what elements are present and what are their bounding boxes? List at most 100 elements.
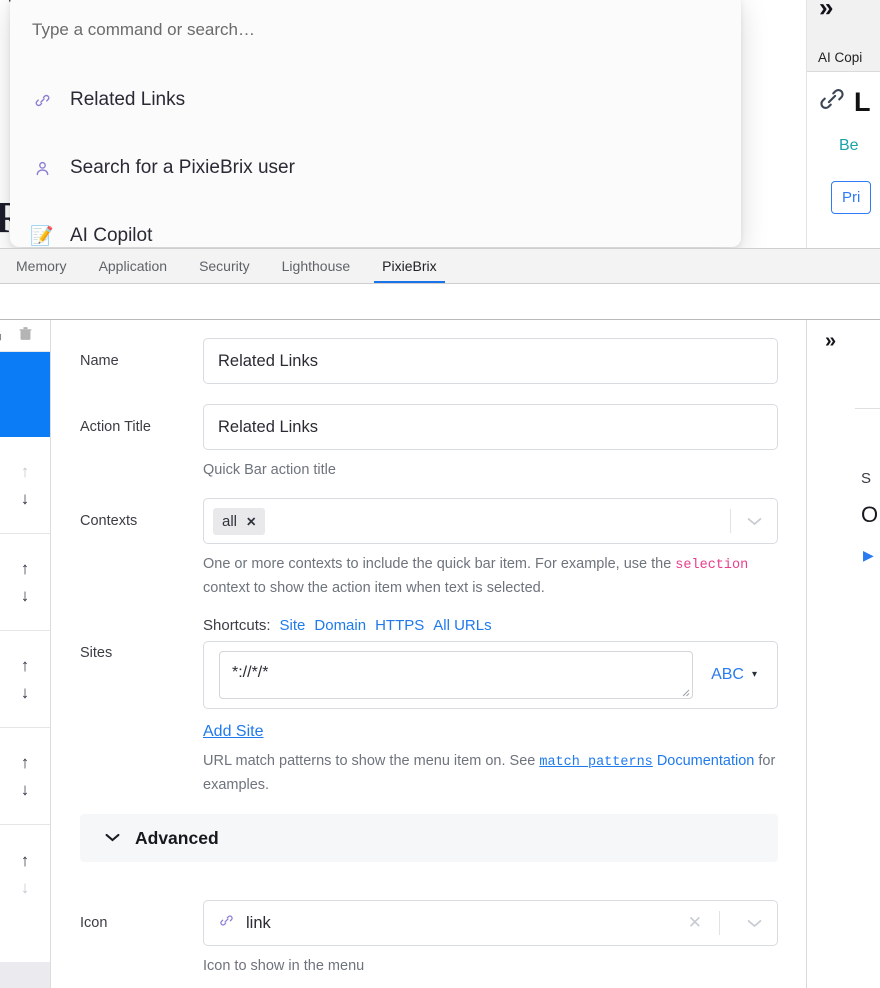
background-right-subtitle: Be <box>839 137 859 154</box>
divider <box>855 408 880 409</box>
documentation-link[interactable]: Documentation <box>657 753 755 769</box>
contexts-chip-all[interactable]: all ✕ <box>213 507 265 535</box>
field-icon-label: Icon <box>80 915 108 932</box>
background-right-tab-label[interactable]: AI Copi <box>818 50 862 65</box>
field-icon: Icon link ✕ Icon to show in the menu <box>51 900 806 977</box>
chip-label: all <box>222 512 238 530</box>
quick-bar-search-wrap <box>10 0 741 40</box>
brick-rail-row[interactable]: ↑ ↓ <box>0 437 50 534</box>
double-chevron-right-icon[interactable]: » <box>825 330 836 353</box>
match-patterns-link[interactable]: match_patterns <box>539 755 652 770</box>
contexts-multiselect[interactable]: all ✕ <box>203 498 778 545</box>
brick-rail-row[interactable]: ↑ ↓ <box>0 728 50 825</box>
background-right-panel: » AI Copi L Be Pri <box>806 0 880 248</box>
move-down-icon[interactable]: ↓ <box>21 490 30 507</box>
quick-bar-item-label: Related Links <box>70 89 186 110</box>
partial-icon: ■ <box>0 329 2 344</box>
action-title-input[interactable] <box>218 417 763 437</box>
field-sites-label: Sites <box>80 644 113 661</box>
link-chain-icon <box>218 912 235 934</box>
sites-help: URL match patterns to show the menu item… <box>203 750 778 796</box>
name-input[interactable] <box>218 351 763 371</box>
expand-triangle-icon[interactable]: ▶ <box>863 547 874 564</box>
brick-config-form: Name Action Title Quick Bar action <box>51 320 806 988</box>
link-chain-icon <box>32 91 52 110</box>
shortcut-https[interactable]: HTTPS <box>375 617 424 634</box>
chevron-down-icon[interactable] <box>731 516 777 527</box>
field-sites: Sites Shortcuts: Site Domain HTTPS All URLs … <box>51 617 806 796</box>
close-icon[interactable]: ✕ <box>246 514 256 529</box>
shortcut-domain[interactable]: Domain <box>314 617 366 634</box>
move-up-icon[interactable]: ↑ <box>21 657 30 674</box>
tab-lighthouse[interactable]: Lighthouse <box>266 249 367 283</box>
move-up-icon[interactable]: ↑ <box>21 754 30 771</box>
tab-pixiebrix[interactable]: PixieBrix <box>366 249 452 283</box>
advanced-section-header[interactable]: Advanced <box>80 814 778 863</box>
background-right-title-text: L <box>854 87 871 117</box>
field-action-title-label: Action Title <box>80 419 151 435</box>
move-down-icon[interactable]: ↓ <box>21 684 30 701</box>
icon-select[interactable]: link ✕ <box>203 900 778 947</box>
data-panel-small-text: S <box>861 470 872 487</box>
link-chain-icon <box>817 84 847 121</box>
caret-down-icon: ▾ <box>751 669 757 681</box>
clear-icon[interactable]: ✕ <box>682 913 708 933</box>
icon-select-value: link <box>246 913 271 932</box>
quick-bar-item-label: Search for a PixieBrix user <box>70 157 295 178</box>
devtools-tab-strip: Memory Application Security Lighthouse P… <box>0 248 880 284</box>
contexts-help: One or more contexts to include the quic… <box>203 553 778 599</box>
background-right-button[interactable]: Pri <box>831 181 872 214</box>
move-down-icon[interactable]: ↓ <box>21 879 30 896</box>
resize-grip-icon[interactable] <box>680 687 690 697</box>
tab-security[interactable]: Security <box>183 249 266 283</box>
shortcut-site[interactable]: Site <box>280 617 306 634</box>
brick-rail-footer-bar <box>0 962 50 988</box>
quick-bar-overlay: Related Links Search for a PixieBrix use… <box>10 0 741 247</box>
quick-bar-item-search-user[interactable]: Search for a PixieBrix user <box>10 134 741 202</box>
brick-rail-header: ■ <box>0 320 50 352</box>
site-mode-button[interactable]: ABC ▾ <box>703 666 765 684</box>
move-up-icon[interactable]: ↑ <box>21 852 30 869</box>
sites-help-prefix: URL match patterns to show the menu item… <box>203 752 540 769</box>
action-title-input-wrap[interactable] <box>203 404 778 450</box>
add-site-button[interactable]: Add Site <box>203 723 263 741</box>
move-down-icon[interactable]: ↓ <box>21 587 30 604</box>
shortcut-all-urls[interactable]: All URLs <box>433 617 491 634</box>
contexts-help-code: selection <box>675 558 749 574</box>
quick-bar-item-related-links[interactable]: Related Links <box>10 66 741 134</box>
user-icon <box>32 159 52 178</box>
devtools-spacer <box>0 284 880 319</box>
brick-rail-row[interactable]: ↑ ↓ <box>0 631 50 728</box>
tab-application[interactable]: Application <box>83 249 184 283</box>
action-title-help: Quick Bar action title <box>203 462 336 478</box>
background-right-tabbar: » AI Copi <box>807 0 880 72</box>
tab-memory[interactable]: Memory <box>0 249 83 283</box>
trash-icon[interactable] <box>17 324 34 348</box>
double-chevron-right-icon[interactable]: » <box>819 0 834 23</box>
brick-rail: ■ ↑ ↓ ↑ ↓ ↑ ↓ <box>0 320 51 988</box>
field-action-title: Action Title Quick Bar action title <box>51 404 806 481</box>
move-down-icon[interactable]: ↓ <box>21 781 30 798</box>
sites-shortcuts: Shortcuts: Site Domain HTTPS All URLs <box>203 617 778 634</box>
chevron-down-icon[interactable] <box>731 918 777 929</box>
quick-bar-results: Related Links Search for a PixieBrix use… <box>10 66 741 247</box>
quick-bar-item-ai-copilot[interactable]: 📝 AI Copilot <box>10 202 741 247</box>
site-pattern-value: *://*/* <box>232 663 269 681</box>
field-name-label: Name <box>80 353 119 369</box>
pixiebrix-editor: ■ ↑ ↓ ↑ ↓ ↑ ↓ <box>0 319 880 988</box>
brick-rail-row[interactable]: ↑ ↓ <box>0 825 50 922</box>
quick-bar-search-input[interactable] <box>32 20 719 40</box>
brick-rail-footer <box>0 922 50 962</box>
field-name: Name <box>51 338 806 384</box>
brick-rail-row[interactable]: ↑ ↓ <box>0 534 50 631</box>
name-input-wrap[interactable] <box>203 338 778 384</box>
move-up-icon[interactable]: ↑ <box>21 560 30 577</box>
screen: content marketing & Brave agency interac… <box>0 0 880 988</box>
chevron-down-icon[interactable] <box>104 830 121 847</box>
move-up-icon[interactable]: ↑ <box>21 463 30 480</box>
divider <box>719 911 720 936</box>
field-contexts-label: Contexts <box>80 513 138 530</box>
background-right-body: L Be Pri <box>807 72 880 214</box>
site-pattern-textarea[interactable]: *://*/* <box>219 650 694 699</box>
brick-rail-row-selected[interactable] <box>0 352 50 437</box>
